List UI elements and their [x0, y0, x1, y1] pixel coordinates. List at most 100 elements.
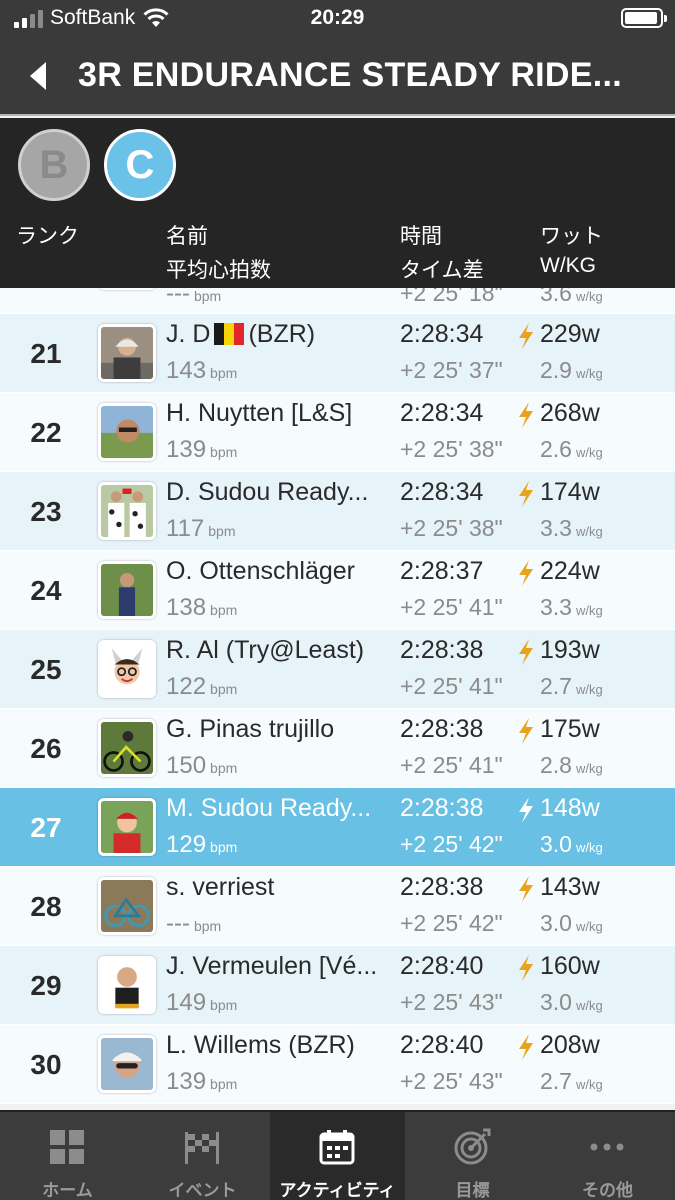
rider-time: 2:28:38 [400, 715, 484, 743]
rider-avatar [98, 640, 156, 698]
rider-avatar [98, 956, 156, 1014]
tab-activity[interactable]: アクティビティ [270, 1112, 405, 1200]
status-time: 20:29 [310, 6, 365, 29]
rider-name: s. verriest [166, 873, 275, 901]
rider-time-gap: +2 25' 41" [400, 752, 503, 778]
rider-time: 2:28:34 [400, 399, 484, 427]
rider-rank: 25 [30, 654, 62, 685]
table-row[interactable]: 30 L. Willems (BZR) 139 bpm 2:28:40 +2 25… [0, 1025, 675, 1104]
rider-time-gap: +2 25' 37" [400, 357, 503, 383]
rider-watts: 160w [540, 952, 600, 980]
column-rank: ランク [16, 225, 79, 248]
tab-more[interactable]: その他 [540, 1112, 675, 1200]
rider-time: 2:28:40 [400, 1031, 484, 1059]
rider-name: R. Al (Try@Least) [166, 636, 365, 664]
rider-time: 2:28:34 [400, 320, 484, 348]
leaderboard-column-header: ランク 名前 平均心拍数 時間 タイム差 ワット W/KG [0, 212, 675, 288]
lightning-bolt-icon [519, 481, 533, 507]
rider-time: 2:28:37 [400, 557, 484, 585]
table-row[interactable]: 21 J. D (BZR) 143 bpm 2:28:34 +2 25' 37" 2… [0, 314, 675, 393]
column-wkg: W/KG [540, 254, 596, 277]
rider-name: L. Willems (BZR) [166, 1031, 355, 1059]
tab-activity-label: アクティビティ [279, 1181, 396, 1200]
rider-avatar [98, 1035, 156, 1093]
rider-time: 2:28:38 [400, 873, 484, 901]
rider-avatar [98, 561, 156, 619]
rider-time: 2:28:34 [400, 478, 484, 506]
tab-goals-label: 目標 [455, 1181, 490, 1200]
lightning-bolt-icon [519, 876, 533, 902]
lightning-bolt-icon [519, 560, 533, 586]
tab-goals[interactable]: 目標 [405, 1112, 540, 1200]
rider-wkg: 3.0 w/kg [540, 989, 603, 1015]
category-b-button[interactable]: B [18, 129, 90, 201]
rider-watts: 193w [540, 636, 600, 664]
rider-wkg: 3.3 w/kg [540, 515, 603, 541]
rider-hr: 149 bpm [166, 989, 238, 1016]
rider-wkg: 3.6 w/kg [540, 288, 603, 306]
lightning-bolt-icon [519, 955, 533, 981]
rider-hr: 138 bpm [166, 594, 238, 621]
lightning-bolt-icon [519, 323, 533, 349]
rider-avatar [98, 719, 156, 777]
column-name: 名前 [166, 225, 208, 248]
rider-name: H. Nuytten [L&S] [166, 399, 353, 427]
rider-wkg: 2.9 w/kg [540, 357, 603, 383]
rider-watts: 174w [540, 478, 600, 506]
back-arrow-icon[interactable] [24, 58, 54, 94]
rider-avatar [98, 798, 156, 856]
category-c-button[interactable]: C [104, 129, 176, 201]
leaderboard-table[interactable]: --- bpm +2 25' 18" 3.6 w/kg 21 J. D (BZR) 1… [0, 288, 675, 1112]
rider-rank: 28 [30, 891, 62, 922]
column-time: 時間 [400, 225, 442, 248]
rider-hr: --- bpm [166, 910, 222, 937]
tab-home[interactable]: ホーム [0, 1112, 135, 1200]
rider-rank: 24 [30, 575, 62, 606]
rider-wkg: 2.7 w/kg [540, 1068, 603, 1094]
rider-rank: 30 [30, 1049, 62, 1080]
rider-wkg: 2.7 w/kg [540, 673, 603, 699]
rider-time: 2:28:38 [400, 636, 484, 664]
table-row-current-user[interactable]: 27 M. Sudou Ready... 129 bpm 2:28:38 +2 2… [0, 788, 675, 867]
rider-rank: 26 [30, 733, 62, 764]
rider-time-gap: +2 25' 42" [400, 910, 503, 936]
battery-icon [621, 8, 667, 28]
rider-rank: 29 [30, 970, 62, 1001]
rider-time-gap: +2 25' 18" [400, 288, 503, 306]
rider-wkg: 2.6 w/kg [540, 436, 603, 462]
rider-name: M. Sudou Ready... [166, 794, 372, 822]
rider-avatar [98, 877, 156, 935]
rider-watts: 208w [540, 1031, 600, 1059]
table-row[interactable]: 26 G. Pinas trujillo 150 bpm 2:28:38 +2 2… [0, 709, 675, 788]
table-row[interactable]: 25 R. Al (Try@Least) 122 bpm 2:28:38 +2 2… [0, 630, 675, 709]
rider-watts: 224w [540, 557, 600, 585]
table-row[interactable]: 23 D. Sudou Ready... 117 bpm 2:28:34 +2 2… [0, 472, 675, 551]
target-icon [454, 1128, 491, 1165]
lightning-bolt-icon [519, 718, 533, 744]
rider-rank: 27 [30, 812, 62, 843]
bottom-tab-bar: ホーム イベント アクティビティ 目標 その他 [0, 1110, 675, 1200]
rider-watts: 148w [540, 794, 600, 822]
lightning-bolt-icon [519, 639, 533, 665]
rider-wkg: 3.3 w/kg [540, 594, 603, 620]
rider-hr: --- bpm [166, 288, 222, 307]
rider-watts: 268w [540, 399, 600, 427]
rider-time-gap: +2 25' 41" [400, 673, 503, 699]
checkered-flag-icon [185, 1132, 219, 1164]
belgium-flag-icon [214, 323, 245, 345]
rider-rank: 23 [30, 496, 62, 527]
rider-rank: 22 [30, 417, 62, 448]
rider-wkg: 2.8 w/kg [540, 752, 603, 778]
table-row[interactable]: 28 s. verriest --- bpm 2:28:38 +2 25' 42"… [0, 867, 675, 946]
table-row[interactable]: 24 O. Ottenschläger 138 bpm 2:28:37 +2 25… [0, 551, 675, 630]
lightning-bolt-icon [519, 402, 533, 428]
tab-events-label: イベント [168, 1181, 237, 1200]
more-dots-icon [590, 1143, 624, 1151]
lightning-bolt-icon [519, 797, 533, 823]
table-row[interactable]: 29 J. Vermeulen [Vé... 149 bpm 2:28:40 +2… [0, 946, 675, 1025]
rider-time-gap: +2 25' 42" [400, 831, 503, 857]
table-row[interactable]: 22 H. Nuytten [L&S] 139 bpm 2:28:34 +2 25… [0, 393, 675, 472]
tab-events[interactable]: イベント [135, 1112, 270, 1200]
rider-wkg: 3.0 w/kg [540, 831, 603, 857]
table-row-partial[interactable]: --- bpm +2 25' 18" 3.6 w/kg [0, 288, 675, 314]
